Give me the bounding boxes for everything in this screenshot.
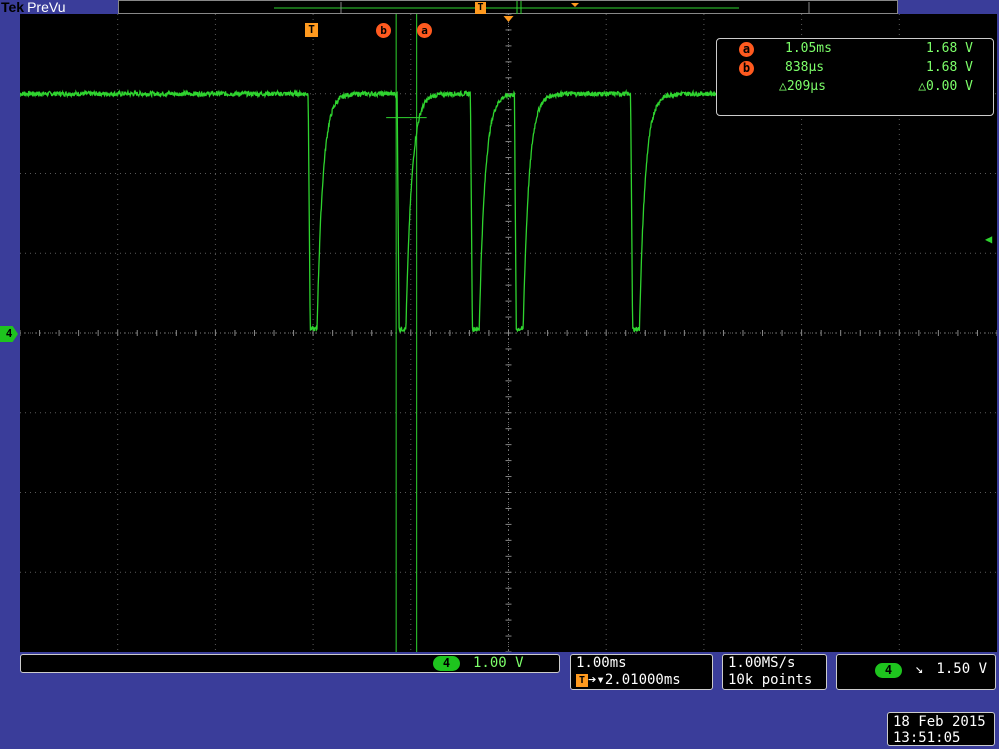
- trigger-level: 1.50 V: [936, 661, 987, 677]
- trigger-source-badge: 4: [875, 663, 902, 678]
- cursor-b-row: b 838µs 1.68 V: [717, 60, 993, 78]
- record-trigger-marker: T: [475, 2, 486, 14]
- horizontal-position-row: T ➔▾2.01000ms: [576, 672, 681, 689]
- cursor-a-badge: a: [739, 42, 754, 57]
- record-trigger-pointer: [571, 3, 579, 7]
- cursor-a-volt: 1.68 V: [926, 41, 973, 56]
- cursor-b-badge: b: [739, 61, 754, 76]
- record-length: 10k points: [728, 672, 813, 688]
- channel-4-scale: 1.00 V: [473, 655, 524, 671]
- horizontal-position: ➔▾2.01000ms: [588, 672, 681, 688]
- vendor-logo: Tek: [1, 0, 25, 15]
- record-view-graphic: [274, 1, 810, 15]
- record-view-bar[interactable]: T: [118, 0, 898, 15]
- trigger-marker-icon: T: [576, 673, 588, 687]
- cursor-a-marker[interactable]: a: [417, 23, 432, 38]
- cursor-delta-row: △209µs △0.00 V: [717, 79, 993, 97]
- channel-readout[interactable]: 4 1.00 V: [20, 654, 560, 673]
- cursor-delta-time: △209µs: [779, 79, 826, 94]
- cursor-readout-panel: a 1.05ms 1.68 V b 838µs 1.68 V △209µs △0…: [716, 38, 994, 116]
- channel-4-waveform: [20, 88, 851, 334]
- cursor-b-volt: 1.68 V: [926, 60, 973, 75]
- trigger-level-arrow-icon[interactable]: ◀: [985, 232, 992, 246]
- cursor-a-row: a 1.05ms 1.68 V: [717, 41, 993, 59]
- channel-4-badge: 4: [433, 656, 460, 671]
- horizontal-readout[interactable]: 1.00ms T ➔▾2.01000ms: [570, 654, 713, 690]
- cursor-a-time: 1.05ms: [785, 41, 832, 56]
- channel-4-ground-marker[interactable]: 4: [0, 326, 18, 342]
- acquisition-mode: PreVu: [27, 0, 66, 15]
- trigger-readout[interactable]: 4 ↘ 1.50 V: [836, 654, 996, 690]
- trigger-position-marker[interactable]: T: [305, 23, 318, 37]
- cursor-delta-volt: △0.00 V: [918, 79, 973, 94]
- horizontal-scale: 1.00ms: [576, 655, 627, 671]
- cursor-b-time: 838µs: [785, 60, 825, 75]
- falling-edge-icon: ↘: [915, 661, 924, 677]
- sample-rate: 1.00MS/s: [728, 655, 796, 671]
- date-time-readout: 18 Feb 2015 13:51:05: [887, 712, 995, 746]
- trigger-time-pointer: [503, 16, 514, 22]
- scope-brand: Tek PreVu: [0, 0, 65, 15]
- acquisition-readout[interactable]: 1.00MS/s 10k points: [722, 654, 827, 690]
- time: 13:51:05: [893, 730, 961, 746]
- date: 18 Feb 2015: [893, 714, 986, 730]
- cursor-b-marker[interactable]: b: [376, 23, 391, 38]
